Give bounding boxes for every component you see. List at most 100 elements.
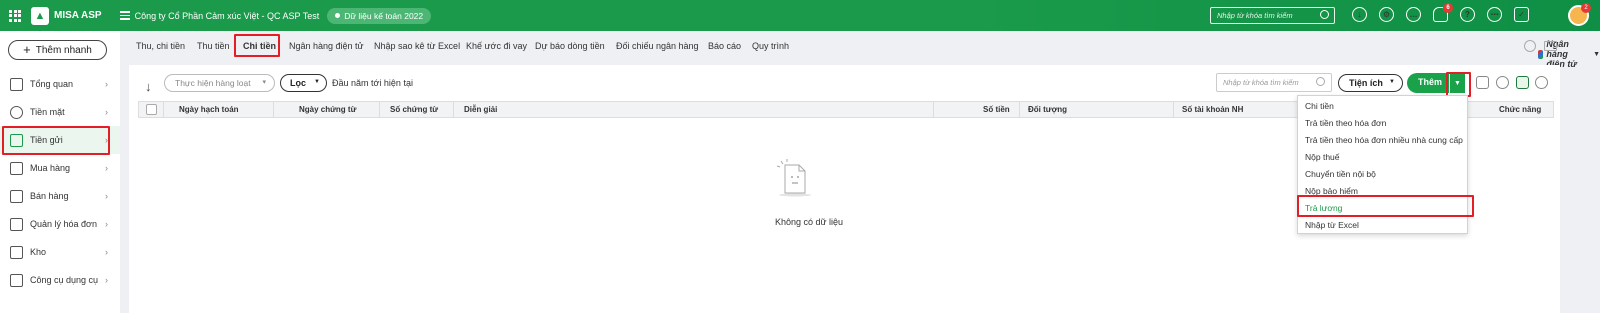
module-tabs: Thu, chi tiền Thu tiền Chi tiền Ngân hàn…: [120, 31, 1600, 69]
sidebar-item-mua-hang[interactable]: Mua hàng ›: [0, 154, 120, 182]
avatar-badge: 2: [1581, 3, 1591, 13]
col-chuc-nang[interactable]: Chức năng: [1499, 105, 1541, 114]
chevron-right-icon: ›: [105, 107, 108, 117]
refresh-icon[interactable]: [1496, 76, 1509, 89]
tab-doi-chieu-ngan-hang[interactable]: Đối chiếu ngân hàng: [616, 41, 699, 51]
data-year-badge[interactable]: Dữ liệu kế toán 2022: [327, 7, 432, 24]
menu-item-nop-thue[interactable]: Nộp thuế: [1298, 149, 1467, 166]
excel-export-icon[interactable]: [1516, 76, 1529, 89]
select-all-checkbox[interactable]: [146, 104, 157, 115]
menu-icon[interactable]: [119, 11, 130, 20]
col-ngay-chung-tu[interactable]: Ngày chứng từ: [299, 105, 356, 114]
search-placeholder: Nhập từ khóa tìm kiếm: [1223, 78, 1299, 87]
chevron-down-icon: ▼: [1593, 50, 1600, 58]
sidebar-item-label: Công cụ dụng cụ: [30, 275, 99, 285]
empty-state-text: Không có dữ liệu: [774, 217, 844, 227]
chevron-right-icon: ›: [105, 191, 108, 201]
notification-bell-icon[interactable]: 6: [1433, 3, 1453, 22]
settings-gear-icon[interactable]: [1535, 76, 1548, 89]
settings-gear-icon[interactable]: ⚙: [1379, 7, 1394, 22]
filter-button[interactable]: Lọc ▼: [280, 74, 327, 92]
sidebar-item-label: Quản lý hóa đơn: [30, 219, 97, 229]
col-ngay-hach-toan[interactable]: Ngày hạch toán: [179, 105, 239, 114]
column-divider: [933, 102, 934, 117]
quick-add-label: Thêm nhanh: [35, 44, 92, 56]
chat-icon[interactable]: …: [1406, 7, 1421, 22]
highlight-box-menu-item: [1297, 195, 1474, 217]
dot-icon: [335, 13, 341, 18]
sidebar-item-quan-ly-hoa-don[interactable]: Quản lý hóa đơn ›: [0, 210, 120, 238]
sort-icon[interactable]: ↓: [145, 79, 152, 94]
download-icon[interactable]: ↓: [1352, 7, 1367, 22]
task-check-icon[interactable]: ✓: [1514, 7, 1529, 22]
sidebar-item-label: Kho: [30, 247, 47, 257]
cash-icon: [10, 105, 23, 119]
user-avatar[interactable]: 2: [1568, 3, 1591, 26]
column-divider: [453, 102, 454, 117]
search-icon[interactable]: [1320, 10, 1329, 19]
column-divider: [273, 102, 274, 117]
highlight-box-sidebar: [2, 126, 110, 155]
plus-icon: +: [23, 42, 31, 57]
col-dien-giai[interactable]: Diễn giải: [464, 105, 497, 114]
utilities-label: Tiện ích: [1349, 78, 1383, 88]
column-divider: [163, 102, 164, 117]
tab-nhap-sao-ke[interactable]: Nhập sao kê từ Excel: [374, 41, 460, 51]
menu-item-nhap-tu-excel[interactable]: Nhập từ Excel: [1298, 217, 1467, 234]
bulk-action-select[interactable]: Thực hiện hàng loạt ▾: [164, 74, 275, 92]
app-launcher-icon[interactable]: [9, 9, 21, 22]
settings-gear-icon[interactable]: [1524, 40, 1536, 52]
chevron-right-icon: ›: [105, 247, 108, 257]
chevron-right-icon: ›: [105, 79, 108, 89]
chevron-down-icon: ▾: [262, 79, 266, 86]
warehouse-icon: [10, 245, 23, 259]
tab-bao-cao[interactable]: Báo cáo: [708, 41, 741, 51]
more-icon[interactable]: ⋯: [1487, 7, 1502, 22]
menu-item-tra-tien-nhieu-ncc[interactable]: Trả tiền theo hóa đơn nhiều nhà cung cấp: [1298, 132, 1467, 149]
tools-icon: [10, 273, 23, 287]
sidebar-item-tien-mat[interactable]: Tiền mặt ›: [0, 98, 120, 126]
purchase-bag-icon: [10, 161, 23, 175]
sidebar-item-label: Bán hàng: [30, 191, 69, 201]
tab-du-bao-dong-tien[interactable]: Dự báo dòng tiền: [535, 41, 605, 51]
app-logo[interactable]: ▲ MISA ASP: [31, 6, 102, 25]
tab-thu-chi-tien[interactable]: Thu, chi tiền: [136, 41, 185, 51]
tab-quy-trinh[interactable]: Quy trình: [752, 41, 789, 51]
column-divider: [1019, 102, 1020, 117]
sidebar-item-label: Tiền mặt: [30, 107, 65, 117]
header-actions: ↓ ⚙ … 6 ? ⋯ ✓: [1352, 3, 1529, 22]
col-so-tai-khoan-nh[interactable]: Số tài khoản NH: [1182, 105, 1243, 114]
column-divider: [379, 102, 380, 117]
menu-item-chuyen-tien-noi-bo[interactable]: Chuyển tiền nội bộ: [1298, 166, 1467, 183]
sidebar-item-kho[interactable]: Kho ›: [0, 238, 120, 266]
col-so-tien[interactable]: Số tiền: [983, 105, 1010, 114]
search-icon[interactable]: [1316, 77, 1325, 86]
workflow-icon[interactable]: [1476, 76, 1489, 89]
app-name: MISA ASP: [54, 10, 102, 21]
tab-ngan-hang-dien-tu[interactable]: Ngân hàng điện tử: [289, 41, 364, 51]
notification-count-badge: 6: [1443, 3, 1453, 13]
menu-item-chi-tien[interactable]: Chi tiền: [1298, 98, 1467, 115]
misa-logo-icon: ▲: [31, 6, 49, 25]
search-input[interactable]: Nhập từ khóa tìm kiếm: [1216, 73, 1332, 92]
tab-khe-uoc-di-vay[interactable]: Khế ước đi vay: [466, 41, 527, 51]
chevron-right-icon: ›: [105, 275, 108, 285]
utilities-button[interactable]: Tiện ích ▼: [1338, 74, 1403, 92]
cart-icon: [10, 189, 23, 203]
sidebar: + Thêm nhanh Tổng quan › Tiền mặt › Tiền…: [0, 31, 120, 313]
quick-add-button[interactable]: + Thêm nhanh: [8, 40, 107, 60]
sidebar-item-tong-quan[interactable]: Tổng quan ›: [0, 70, 120, 98]
menu-item-tra-tien-theo-hoa-don[interactable]: Trả tiền theo hóa đơn: [1298, 115, 1467, 132]
help-icon[interactable]: ?: [1460, 7, 1475, 22]
sidebar-item-cong-cu-dung-cu[interactable]: Công cụ dụng cụ ›: [0, 266, 120, 294]
company-name[interactable]: Công ty Cổ Phần Cảm xúc Việt - QC ASP Te…: [135, 11, 320, 21]
sidebar-item-ban-hang[interactable]: Bán hàng ›: [0, 182, 120, 210]
global-search-input[interactable]: Nhập từ khóa tìm kiếm: [1210, 7, 1335, 24]
add-label: Thêm: [1418, 77, 1443, 87]
col-so-chung-tu[interactable]: Số chứng từ: [390, 105, 438, 114]
tab-thu-tien[interactable]: Thu tiền: [197, 41, 230, 51]
layout-toggle-icon[interactable]: [1544, 41, 1557, 51]
filter-label: Lọc: [290, 78, 307, 88]
col-doi-tuong[interactable]: Đối tượng: [1028, 105, 1067, 114]
period-label[interactable]: Đầu năm tới hiện tại: [332, 78, 413, 88]
